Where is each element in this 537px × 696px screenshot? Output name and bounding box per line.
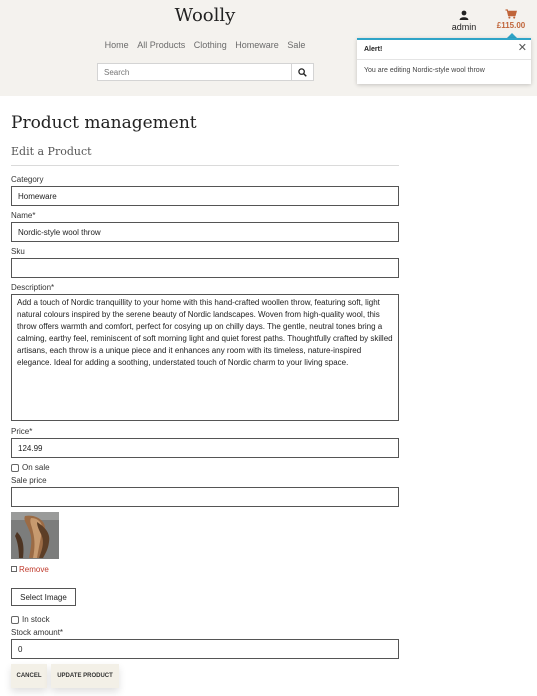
category-select[interactable]: Homeware	[11, 186, 399, 206]
sale-price-label: Sale price	[11, 476, 47, 485]
shopping-bag[interactable]: £115.00	[492, 9, 530, 30]
account-menu[interactable]: admin	[448, 10, 480, 32]
product-image-thumbnail	[11, 512, 59, 559]
description-textarea[interactable]: Add a touch of Nordic tranquillity to yo…	[11, 294, 399, 421]
bag-total: £115.00	[496, 21, 526, 30]
select-image-button[interactable]: Select Image	[11, 588, 76, 606]
stock-amount-input[interactable]: 0	[11, 639, 399, 659]
page-title: Product management	[11, 113, 197, 133]
on-sale-checkbox[interactable]	[11, 464, 19, 472]
stock-amount-value: 0	[18, 644, 23, 654]
main-nav: Home All Products Clothing Homeware Sale	[0, 40, 410, 50]
update-product-button[interactable]: UPDATE PRODUCT	[51, 664, 119, 688]
sku-label: Sku	[11, 247, 25, 256]
search-input[interactable]	[97, 63, 291, 81]
sku-input[interactable]	[11, 258, 399, 278]
name-input[interactable]: Nordic-style wool throw	[11, 222, 399, 242]
price-input[interactable]: 124.99	[11, 438, 399, 458]
nav-clothing[interactable]: Clothing	[194, 40, 227, 50]
alert-toast: Alert! ✕ You are editing Nordic-style wo…	[357, 38, 531, 84]
price-value: 124.99	[18, 443, 43, 453]
sale-price-input[interactable]	[11, 487, 399, 507]
cart-icon	[505, 9, 517, 19]
search-bar	[97, 63, 314, 81]
in-stock-label: In stock	[22, 615, 50, 624]
toast-divider	[357, 59, 531, 60]
description-label: Description*	[11, 283, 55, 292]
search-button[interactable]	[291, 63, 314, 81]
site-logo[interactable]: Woolly	[0, 5, 410, 26]
title-divider	[11, 165, 399, 166]
in-stock-checkbox[interactable]	[11, 616, 19, 624]
name-label: Name*	[11, 211, 36, 220]
user-icon	[459, 10, 469, 20]
account-label: admin	[451, 22, 477, 32]
category-label: Category	[11, 175, 44, 184]
category-value: Homeware	[18, 191, 57, 201]
nav-homeware[interactable]: Homeware	[235, 40, 279, 50]
remove-image-label: Remove	[19, 565, 49, 574]
price-label: Price*	[11, 427, 33, 436]
cancel-button[interactable]: CANCEL	[11, 664, 47, 688]
nav-home[interactable]: Home	[105, 40, 129, 50]
on-sale-label: On sale	[22, 463, 50, 472]
nav-all-products[interactable]: All Products	[137, 40, 185, 50]
nav-sale[interactable]: Sale	[287, 40, 305, 50]
remove-image-checkbox[interactable]	[11, 566, 17, 572]
page-subtitle: Edit a Product	[11, 145, 92, 158]
name-value: Nordic-style wool throw	[18, 227, 101, 237]
close-icon[interactable]: ✕	[518, 43, 527, 54]
search-icon	[298, 67, 307, 77]
toast-message: You are editing Nordic-style wool throw	[364, 67, 485, 74]
stock-amount-label: Stock amount*	[11, 628, 64, 637]
toast-title: Alert!	[364, 46, 383, 53]
